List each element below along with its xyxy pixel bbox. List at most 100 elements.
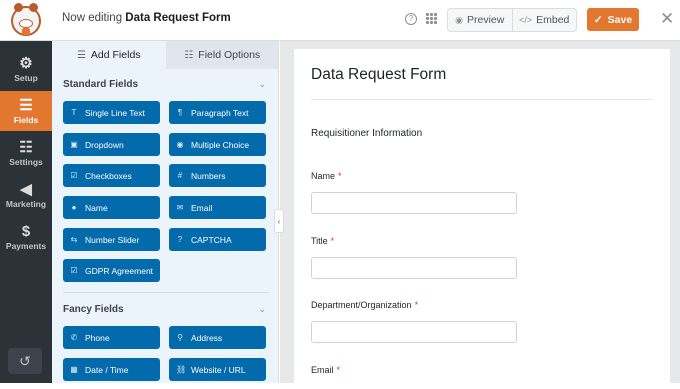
form-section-heading[interactable]: Requisitioner Information bbox=[311, 128, 422, 139]
field-button-label: Date / Time bbox=[85, 364, 129, 375]
tab-label: Add Fields bbox=[90, 49, 141, 61]
field-label-email[interactable]: Email * bbox=[311, 365, 340, 375]
field-button-label: Number Slider bbox=[85, 234, 140, 245]
tab-field-options[interactable]: ☷ Field Options bbox=[165, 41, 278, 69]
phone-icon: ✆ bbox=[70, 333, 78, 342]
field-button-label: GDPR Agreement bbox=[85, 265, 154, 276]
save-button[interactable]: ✓ Save bbox=[587, 8, 639, 31]
history-icon[interactable]: ↺ bbox=[8, 348, 42, 374]
megaphone-icon: ◀ bbox=[20, 181, 32, 198]
field-button-captcha[interactable]: ? CAPTCHA bbox=[169, 228, 266, 251]
field-button-single-line-text[interactable]: T Single Line Text bbox=[63, 101, 160, 124]
editing-title: Now editing Data Request Form bbox=[62, 12, 231, 24]
tab-add-fields[interactable]: ☰ Add Fields bbox=[52, 41, 166, 69]
field-label-text: Email bbox=[311, 365, 334, 375]
field-button-label: Single Line Text bbox=[85, 107, 145, 118]
field-button-number-slider[interactable]: ⇆ Number Slider bbox=[63, 228, 160, 251]
chevron-left-icon: ‹ bbox=[277, 216, 281, 226]
chevron-down-icon[interactable]: ⌄ bbox=[258, 304, 266, 315]
required-marker: * bbox=[414, 300, 419, 310]
field-button-address[interactable]: ⚲ Address bbox=[169, 326, 266, 349]
field-label-text: Department/Organization bbox=[311, 300, 412, 310]
field-label-text: Title bbox=[311, 236, 328, 246]
editing-prefix: Now editing bbox=[62, 12, 123, 24]
required-marker: * bbox=[330, 236, 335, 246]
text-icon: T bbox=[71, 108, 77, 117]
sidebar-item-label: Marketing bbox=[5, 199, 47, 209]
link-icon: ⛓ bbox=[176, 365, 187, 374]
slider-icon: ⇆ bbox=[70, 235, 78, 244]
sidebar-item-label: Setup bbox=[14, 73, 38, 83]
field-button-paragraph-text[interactable]: ¶ Paragraph Text bbox=[169, 101, 266, 124]
chevron-down-icon[interactable]: ⌄ bbox=[258, 79, 266, 90]
standard-fields-title[interactable]: Standard Fields bbox=[63, 79, 138, 90]
left-sidebar: ⚙ Setup ☰ Fields ☷ Settings ◀ Marketing … bbox=[0, 41, 52, 383]
field-button-label: Name bbox=[85, 202, 108, 213]
sidebar-item-setup[interactable]: ⚙ Setup bbox=[0, 49, 52, 89]
fancy-fields-title[interactable]: Fancy Fields bbox=[63, 304, 124, 315]
sliders-icon: ☷ bbox=[184, 49, 194, 61]
panel-tabs: ☰ Add Fields ☷ Field Options bbox=[52, 41, 278, 69]
field-button-numbers[interactable]: # Numbers bbox=[169, 164, 266, 187]
field-button-label: Paragraph Text bbox=[191, 107, 249, 118]
user-icon: ● bbox=[71, 203, 77, 212]
checkbox-icon: ☑ bbox=[70, 171, 78, 180]
sidebar-item-settings[interactable]: ☷ Settings bbox=[0, 133, 52, 173]
field-button-label: Numbers bbox=[191, 170, 226, 181]
form-divider bbox=[311, 99, 653, 100]
hash-icon: # bbox=[177, 171, 183, 180]
close-icon[interactable]: ✕ bbox=[660, 9, 674, 29]
calendar-icon: ▦ bbox=[70, 365, 78, 374]
required-marker: * bbox=[338, 171, 342, 181]
sidebar-item-marketing[interactable]: ◀ Marketing bbox=[0, 175, 52, 215]
form-preview-area: Data Request Form Requisitioner Informat… bbox=[280, 41, 680, 389]
collapse-panel-toggle[interactable]: ‹ bbox=[274, 209, 284, 233]
name-input[interactable] bbox=[311, 192, 517, 214]
code-icon: </> bbox=[519, 15, 533, 25]
section-divider bbox=[63, 292, 269, 293]
gear-icon: ⚙ bbox=[19, 55, 33, 72]
check-icon: ✓ bbox=[593, 13, 603, 26]
tab-label: Field Options bbox=[198, 49, 261, 61]
field-label-department[interactable]: Department/Organization * bbox=[311, 300, 418, 310]
checkbox-icon: ☑ bbox=[70, 266, 78, 275]
field-button-checkboxes[interactable]: ☑ Checkboxes bbox=[63, 164, 160, 187]
department-input[interactable] bbox=[311, 321, 517, 343]
field-button-date-time[interactable]: ▦ Date / Time bbox=[63, 358, 160, 381]
field-button-label: Website / URL bbox=[191, 364, 246, 375]
dropdown-icon: ▣ bbox=[70, 140, 78, 149]
radio-icon: ◉ bbox=[176, 140, 184, 149]
field-button-website-url[interactable]: ⛓ Website / URL bbox=[169, 358, 266, 381]
field-button-label: Address bbox=[191, 332, 223, 343]
sidebar-item-label: Settings bbox=[9, 157, 43, 167]
sidebar-item-fields[interactable]: ☰ Fields bbox=[0, 91, 52, 131]
field-button-phone[interactable]: ✆ Phone bbox=[63, 326, 160, 349]
help-icon[interactable]: ? bbox=[405, 13, 417, 25]
dollar-icon: $ bbox=[21, 223, 31, 240]
preview-button[interactable]: ◉ Preview bbox=[448, 9, 512, 31]
field-button-email[interactable]: ✉ Email bbox=[169, 196, 266, 219]
fields-panel: ☰ Add Fields ☷ Field Options Standard Fi… bbox=[52, 41, 279, 383]
sliders-icon: ☷ bbox=[19, 139, 33, 156]
field-button-name[interactable]: ● Name bbox=[63, 196, 160, 219]
field-button-gdpr-agreement[interactable]: ☑ GDPR Agreement bbox=[63, 259, 160, 282]
embed-button[interactable]: </> Embed bbox=[511, 9, 577, 31]
field-button-label: Phone bbox=[85, 332, 110, 343]
field-button-label: Checkboxes bbox=[85, 170, 132, 181]
form-title[interactable]: Data Request Form bbox=[311, 66, 446, 84]
sidebar-item-label: Payments bbox=[5, 241, 47, 251]
map-pin-icon: ⚲ bbox=[177, 333, 183, 342]
grid-icon[interactable] bbox=[426, 13, 437, 24]
field-label-title[interactable]: Title * bbox=[311, 236, 334, 246]
editing-form-name: Data Request Form bbox=[125, 12, 231, 24]
field-label-name[interactable]: Name * bbox=[311, 171, 342, 181]
form-preview-card: Data Request Form Requisitioner Informat… bbox=[294, 49, 670, 389]
sidebar-item-payments[interactable]: $ Payments bbox=[0, 217, 52, 257]
field-button-dropdown[interactable]: ▣ Dropdown bbox=[63, 133, 160, 156]
field-button-multiple-choice[interactable]: ◉ Multiple Choice bbox=[169, 133, 266, 156]
save-label: Save bbox=[607, 13, 633, 26]
list-icon: ☰ bbox=[19, 97, 33, 114]
question-icon: ? bbox=[177, 235, 183, 244]
field-button-label: CAPTCHA bbox=[191, 234, 232, 245]
title-input[interactable] bbox=[311, 257, 517, 279]
